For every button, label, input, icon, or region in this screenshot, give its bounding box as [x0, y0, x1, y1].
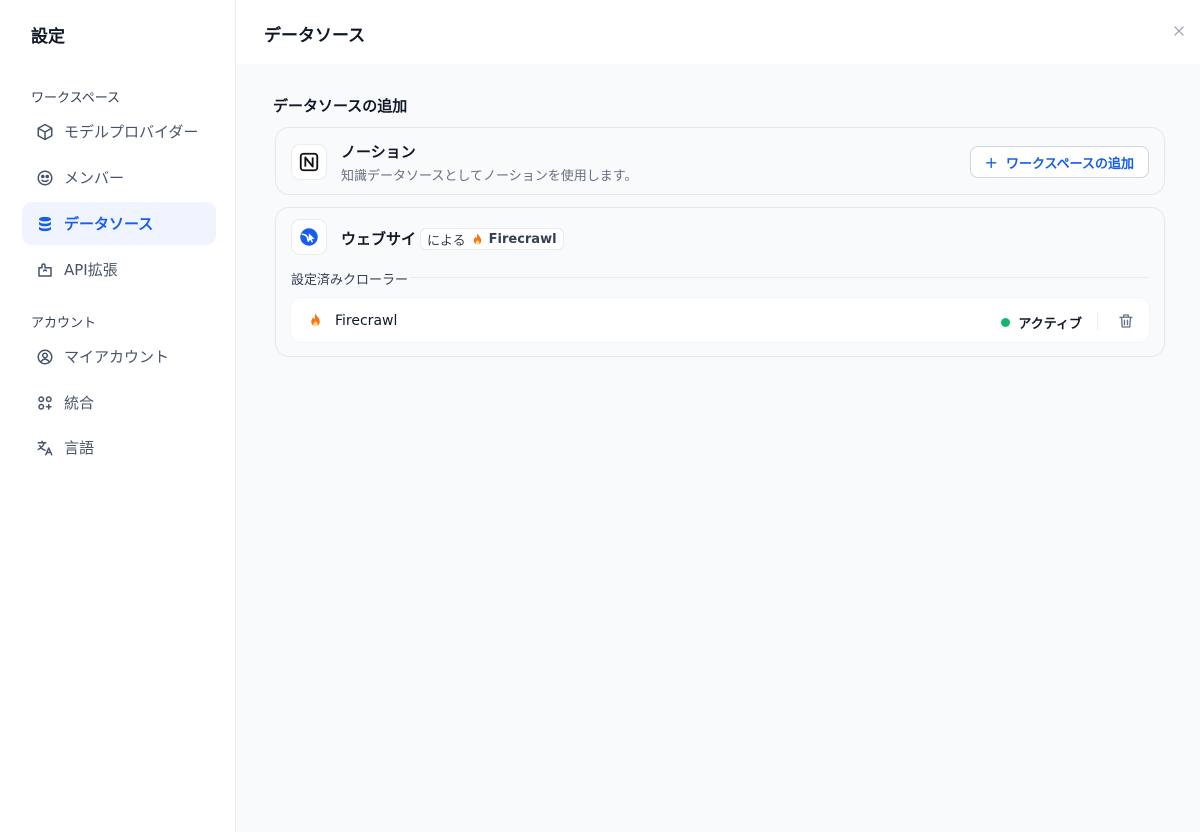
- database-icon: [36, 215, 54, 233]
- sidebar-item-label: 統合: [64, 394, 95, 412]
- configured-crawlers-label: 設定済みクローラー: [291, 273, 409, 288]
- section-title-add-datasource: データソースの追加: [273, 97, 408, 115]
- notion-logo: [291, 144, 327, 180]
- integrations-icon: [36, 394, 54, 412]
- website-title: ウェブサイト: [341, 230, 432, 248]
- sidebar-item-members[interactable]: メンバー: [22, 156, 216, 199]
- website-icon: [300, 228, 318, 246]
- status-label: アクティブ: [1018, 317, 1082, 332]
- by-prefix: による: [427, 233, 466, 249]
- by-brand: Firecrawl: [488, 231, 557, 247]
- sidebar-item-label: モデルプロバイダー: [64, 123, 199, 141]
- main-panel: データソース データソースの追加 ノーション 知識データソースとしてノーションを…: [237, 0, 1200, 832]
- divider: [1097, 312, 1098, 330]
- delete-crawler-button[interactable]: [1116, 311, 1136, 331]
- sidebar-item-label: マイアカウント: [64, 348, 170, 366]
- settings-sidebar: 設定 ワークスペース モデルプロバイダー メンバー データソース API拡張 ア…: [0, 0, 236, 832]
- add-workspace-label: ワークスペースの追加: [1005, 156, 1134, 172]
- sidebar-item-api-extension[interactable]: API拡張: [22, 248, 216, 291]
- trash-icon: [1119, 314, 1133, 328]
- provider-badge: による Firecrawl: [420, 228, 564, 250]
- firecrawl-icon: [307, 312, 324, 329]
- page-title: データソース: [264, 26, 366, 46]
- status-dot-icon: [1001, 318, 1011, 327]
- section-label-workspace: ワークスペース: [31, 91, 121, 106]
- translate-icon: [36, 439, 54, 457]
- puzzle-icon: [36, 261, 54, 279]
- close-icon: [1174, 26, 1184, 36]
- close-button[interactable]: [1170, 22, 1188, 40]
- cube-icon: [36, 123, 54, 141]
- sidebar-item-label: データソース: [64, 215, 154, 233]
- notion-description: 知識データソースとしてノーションを使用します。: [341, 169, 638, 184]
- crawler-name: Firecrawl: [335, 313, 398, 329]
- members-icon: [36, 169, 54, 187]
- sidebar-title: 設定: [31, 27, 65, 47]
- sidebar-item-model-provider[interactable]: モデルプロバイダー: [22, 110, 216, 153]
- notion-icon: [299, 152, 319, 172]
- sidebar-item-data-source[interactable]: データソース: [22, 202, 216, 245]
- main-header: データソース: [237, 0, 1200, 64]
- firecrawl-icon: [470, 232, 485, 247]
- status-badge: アクティブ: [1001, 313, 1082, 332]
- sidebar-item-label: 言語: [64, 439, 95, 457]
- website-logo: [291, 219, 327, 255]
- notion-title: ノーション: [341, 143, 416, 161]
- divider: [410, 277, 1149, 278]
- sidebar-item-label: メンバー: [64, 169, 125, 187]
- sidebar-item-my-account[interactable]: マイアカウント: [22, 335, 216, 378]
- user-circle-icon: [36, 348, 54, 366]
- crawler-row: Firecrawl アクティブ: [290, 297, 1150, 343]
- sidebar-item-integrations[interactable]: 統合: [22, 381, 216, 424]
- sidebar-item-language[interactable]: 言語: [22, 426, 216, 469]
- sidebar-item-label: API拡張: [64, 261, 118, 279]
- add-workspace-button[interactable]: + ワークスペースの追加: [969, 146, 1149, 178]
- website-card: ウェブサイト による Firecrawl 設定済みクローラー Firecrawl…: [275, 207, 1165, 357]
- plus-icon: +: [984, 152, 998, 172]
- section-label-account: アカウント: [31, 316, 97, 331]
- notion-card: ノーション 知識データソースとしてノーションを使用します。 + ワークスペースの…: [275, 127, 1165, 195]
